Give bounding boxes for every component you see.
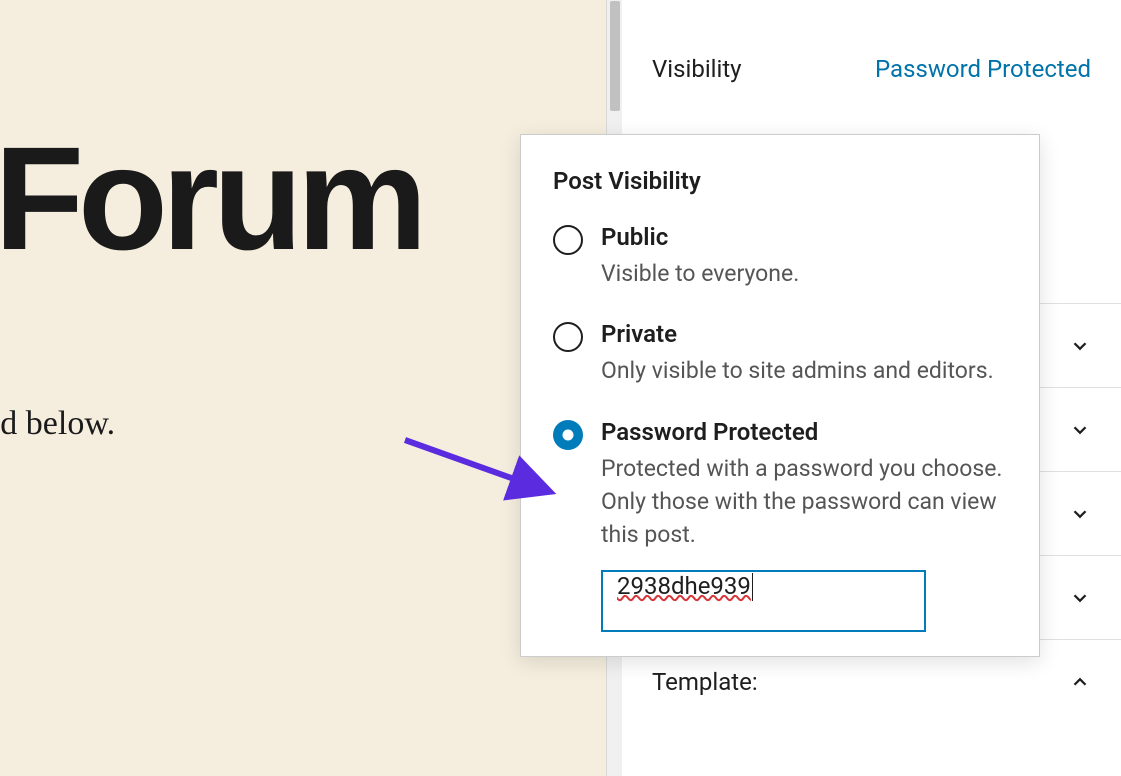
radio-private-title: Private (601, 320, 1007, 348)
popover-title: Post Visibility (553, 167, 1007, 195)
chevron-down-icon (1069, 335, 1091, 357)
visibility-option-private[interactable]: Private Only visible to site admins and … (553, 320, 1007, 387)
radio-public[interactable] (553, 225, 583, 255)
radio-password[interactable] (553, 420, 583, 450)
instruction-text[interactable]: in the field below. (0, 405, 115, 443)
radio-password-desc: Protected with a password you choose. On… (601, 452, 1007, 552)
template-label: Template: (652, 668, 758, 696)
password-input[interactable]: 2938dhe939 (601, 570, 926, 632)
text-caret (752, 573, 753, 601)
visibility-value-button[interactable]: Password Protected (875, 55, 1091, 83)
visibility-label: Visibility (652, 55, 742, 83)
radio-public-desc: Visible to everyone. (601, 257, 1007, 290)
scrollbar-thumb[interactable] (610, 1, 620, 111)
page-title[interactable]: nly Forum (0, 115, 422, 284)
radio-password-title: Password Protected (601, 418, 1007, 446)
post-visibility-popover: Post Visibility Public Visible to everyo… (520, 134, 1040, 657)
editor-content-area[interactable]: nly Forum in the field below. (0, 0, 609, 776)
chevron-down-icon (1069, 587, 1091, 609)
radio-public-title: Public (601, 223, 1007, 251)
chevron-up-icon (1069, 671, 1091, 693)
password-input-value: 2938dhe939 (617, 572, 751, 600)
visibility-option-public[interactable]: Public Visible to everyone. (553, 223, 1007, 290)
visibility-setting-row: Visibility Password Protected (622, 0, 1121, 123)
radio-private-desc: Only visible to site admins and editors. (601, 354, 1007, 387)
chevron-down-icon (1069, 503, 1091, 525)
visibility-option-password[interactable]: Password Protected Protected with a pass… (553, 418, 1007, 632)
chevron-down-icon (1069, 419, 1091, 441)
radio-private[interactable] (553, 322, 583, 352)
